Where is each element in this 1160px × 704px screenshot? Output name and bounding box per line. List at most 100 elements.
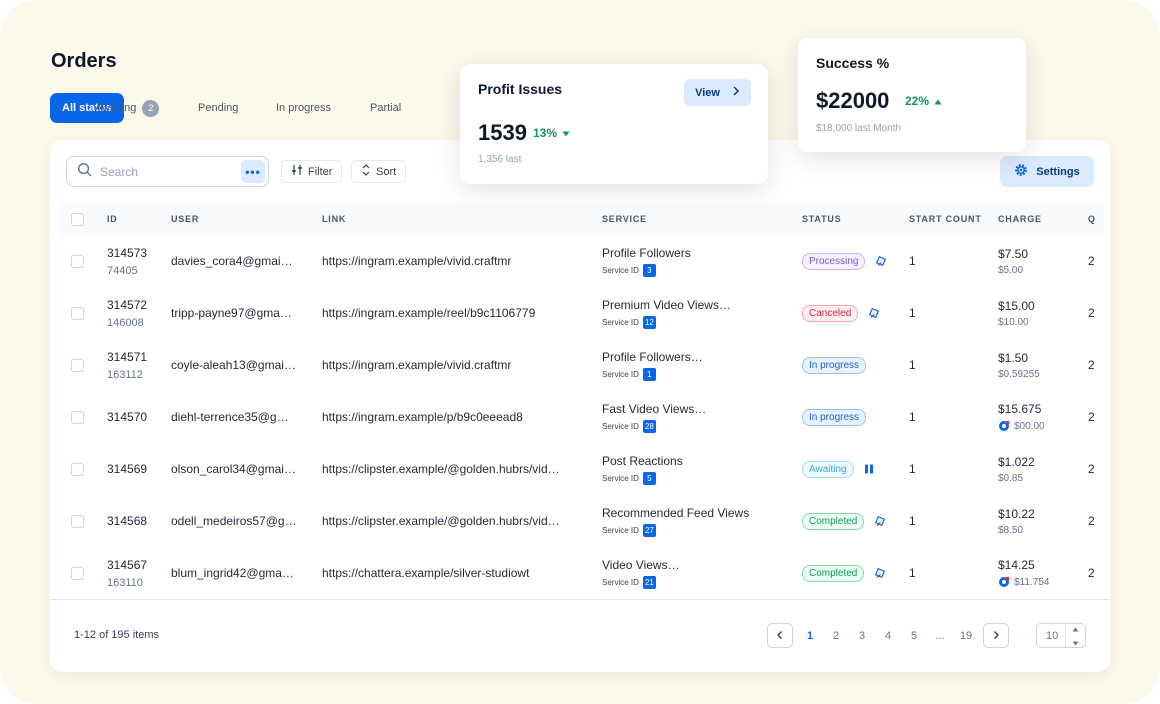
row-checkbox[interactable] [71,255,84,269]
tab-label: In progress [276,102,332,114]
order-link[interactable]: https://ingram.example/vivid.craftmr [322,358,602,372]
gear-badge-icon [998,420,1010,432]
search-icon [77,162,92,182]
chevron-right-icon [732,86,740,99]
column-header-quantity[interactable]: Q [1088,203,1104,235]
table-row[interactable]: 314569 olson_carol34@gmai… https://clipste… [59,443,1104,495]
page-number[interactable]: 2 [823,630,849,642]
tab-awaiting[interactable]: Awaiting 2 [83,93,171,123]
refill-icon[interactable] [867,306,881,320]
order-user[interactable]: olson_carol34@gmai… [171,462,322,476]
order-user[interactable]: diehl-terrence35@g… [171,410,322,424]
table-row[interactable]: 314570 diehl-terrence35@g… https://ingram.… [59,391,1104,443]
refill-icon[interactable] [873,566,887,580]
order-link[interactable]: https://ingram.example/reel/b9c1106779 [322,306,602,320]
tab-pending[interactable]: Pending [186,93,250,123]
caret-up-icon [934,94,942,108]
charge-cost: $11.754 [998,576,1088,588]
charge-cost: $00.00 [998,420,1088,432]
refill-icon[interactable] [874,254,888,268]
column-header-id[interactable]: ID [107,203,171,235]
prev-page-button[interactable] [767,623,793,648]
order-id: 314568 [107,514,148,528]
quantity: 2 [1088,514,1095,528]
column-header-start-count[interactable]: START COUNT [909,203,998,235]
order-user[interactable]: blum_ingrid42@gma… [171,566,322,580]
charge-value: $15.675 [998,402,1042,416]
page-number[interactable]: 4 [875,630,901,642]
service-id-label: Service ID [602,369,639,379]
row-checkbox[interactable] [71,463,84,477]
more-options-button[interactable]: ••• [241,160,265,183]
order-link[interactable]: https://clipster.example/@golden.hubrs/v… [322,462,602,476]
success-delta: 22% [905,94,942,108]
service-id: Service ID 28 [602,419,802,433]
tab-in-progress[interactable]: In progress [264,93,343,123]
sliders-icon [291,164,303,179]
view-button[interactable]: View [684,79,751,106]
service-name: Post Reactions [602,453,683,468]
pagination: 1 2 3 4 5... 19 [767,623,1009,648]
order-user[interactable]: odell_medeiros57@g… [171,514,322,528]
service-id-label: Service ID [602,421,639,431]
page-number[interactable]: 1 [797,630,823,642]
order-link[interactable]: https://ingram.example/vivid.craftmr [322,254,602,268]
pause-icon[interactable] [863,463,875,475]
row-checkbox[interactable] [71,359,84,373]
charge-value: $1.50 [998,350,1029,365]
table-row[interactable]: 314571 163112 coyle-aleah13@gmai… https://i… [59,339,1104,391]
order-sub-id: 163112 [107,368,143,381]
service-name: Video Views… [602,557,680,572]
charge-value: $7.50 [998,246,1029,261]
charge-cost: $0.85 [998,473,1088,484]
success-card-title: Success % [816,55,890,71]
table-row[interactable]: 314567 163110 blum_ingrid42@gma… https://ch… [59,547,1104,599]
filter-label: Filter [308,165,333,178]
search-input[interactable] [100,164,230,179]
per-page-select[interactable]: 10 [1036,623,1086,648]
table-row[interactable]: 314568 odell_medeiros57@g… https://clipste… [59,495,1104,547]
page-number[interactable]: 5 [901,630,927,642]
search-box: ••• [66,156,269,187]
order-user[interactable]: tripp-payne97@gma… [171,306,322,320]
pagination-info: 1-12 of 195 items [74,629,159,641]
table-row[interactable]: 314572 146008 tripp-payne97@gma… https://in… [59,287,1104,339]
column-header-user[interactable]: USER [171,203,322,235]
sort-icon [361,164,371,179]
order-link[interactable]: https://chattera.example/silver-studiowt [322,566,602,580]
row-checkbox[interactable] [71,567,84,581]
column-header-status[interactable]: STATUS [802,203,909,235]
quantity: 2 [1088,358,1095,372]
column-header-service[interactable]: SERVICE [602,203,802,235]
order-user[interactable]: davies_cora4@gmai… [171,254,322,268]
filter-button[interactable]: Filter [281,160,343,183]
next-page-button[interactable] [983,623,1009,648]
select-all-checkbox[interactable] [71,212,84,226]
refill-icon[interactable] [873,514,887,528]
pagination-ellipsis: ... [935,629,945,642]
settings-button[interactable]: Settings [1000,156,1094,187]
start-count: 1 [909,358,916,372]
charge-cost-value: $11.754 [1014,576,1050,588]
row-checkbox[interactable] [71,411,84,425]
sort-button[interactable]: Sort [351,160,407,183]
column-header-charge[interactable]: CHARGE [998,203,1088,235]
per-page-value: 10 [1046,629,1059,642]
status-badge: In progress [802,408,867,426]
order-link[interactable]: https://clipster.example/@golden.hubrs/v… [322,514,602,528]
order-user[interactable]: coyle-aleah13@gmai… [171,358,322,372]
page-number[interactable]: 3 [849,630,875,642]
status-badge: Completed [802,564,865,582]
page-numbers: 1 2 3 4 5... 19 [797,630,979,642]
per-page-stepper[interactable] [1065,624,1085,647]
app-canvas: Orders All status Awaiting 2 Pending In … [0,0,1160,704]
order-link[interactable]: https://ingram.example/p/b9c0eeead8 [322,410,602,424]
start-count: 1 [909,254,916,268]
row-checkbox[interactable] [71,515,84,529]
page-number[interactable]: 19 [953,630,979,642]
quantity: 2 [1088,306,1095,320]
table-row[interactable]: 314573 74405 davies_cora4@gmai… https://ing… [59,235,1104,287]
column-header-link[interactable]: LINK [322,203,602,235]
tab-partial[interactable]: Partial [358,93,413,123]
row-checkbox[interactable] [71,307,84,321]
